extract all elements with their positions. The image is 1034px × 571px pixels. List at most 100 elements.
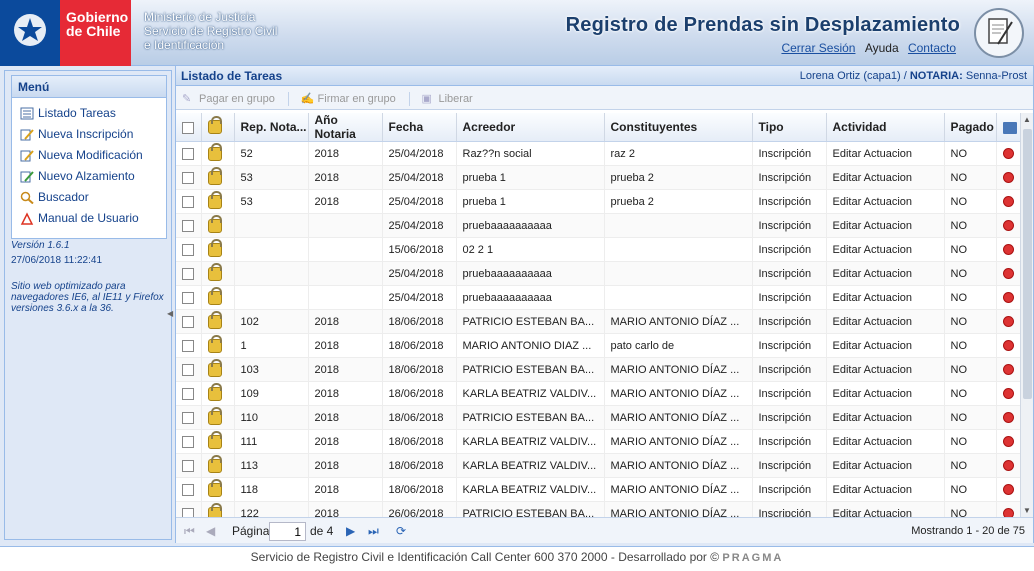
row-lock-cell[interactable] bbox=[201, 429, 235, 454]
select-all-checkbox[interactable] bbox=[176, 113, 202, 142]
next-page-button[interactable]: ▶ bbox=[346, 518, 355, 544]
table-row[interactable]: 109 2018 18/06/2018 KARLA BEATRIZ VALDIV...… bbox=[176, 381, 1029, 406]
table-row[interactable]: 25/04/2018 pruebaaaaaaaaaa Inscripción Edit… bbox=[176, 261, 1029, 286]
table-row[interactable]: 122 2018 26/06/2018 PATRICIO ESTEBAN BA... M… bbox=[176, 501, 1029, 517]
cell-tipo: Inscripción bbox=[752, 189, 827, 214]
table-row[interactable]: 53 2018 25/04/2018 prueba 1 prueba 2 Inscripc… bbox=[176, 165, 1029, 190]
row-lock-cell[interactable] bbox=[201, 357, 235, 382]
table-row[interactable]: 25/04/2018 pruebaaaaaaaaaa Inscripción Edit… bbox=[176, 285, 1029, 310]
row-lock-cell[interactable] bbox=[201, 141, 235, 166]
cell-rep-notaria: 52 bbox=[234, 141, 309, 166]
row-checkbox[interactable] bbox=[176, 453, 202, 478]
last-page-button[interactable]: ⏭ bbox=[368, 518, 379, 544]
collapse-sidebar-handle[interactable]: ◀ bbox=[167, 309, 173, 318]
table-row[interactable]: 52 2018 25/04/2018 Raz??n social raz 2 Inscri… bbox=[176, 141, 1029, 166]
table-row[interactable]: 1 2018 18/06/2018 MARIO ANTONIO DIAZ ... pat… bbox=[176, 333, 1029, 358]
table-row[interactable]: 111 2018 18/06/2018 KARLA BEATRIZ VALDIV...… bbox=[176, 429, 1029, 454]
help-link[interactable]: Ayuda bbox=[865, 41, 899, 55]
table-row[interactable]: 15/06/2018 02 2 1 Inscripción Editar Actuac… bbox=[176, 237, 1029, 262]
cell-constituyentes bbox=[604, 261, 753, 286]
vertical-scrollbar[interactable]: ▲ ▼ bbox=[1020, 113, 1033, 517]
cell-acreedor: pruebaaaaaaaaaa bbox=[456, 213, 605, 238]
refresh-icon[interactable]: ⟳ bbox=[396, 518, 406, 544]
row-checkbox[interactable] bbox=[176, 261, 202, 286]
table-row[interactable]: 118 2018 18/06/2018 KARLA BEATRIZ VALDIV...… bbox=[176, 477, 1029, 502]
menu-item-manual-usuario[interactable]: Manual de Usuario bbox=[12, 208, 166, 229]
row-lock-cell[interactable] bbox=[201, 405, 235, 430]
cell-anio-notaria: 2018 bbox=[308, 381, 383, 406]
table-row[interactable]: 53 2018 25/04/2018 prueba 1 prueba 2 Inscripc… bbox=[176, 189, 1029, 214]
row-checkbox[interactable] bbox=[176, 237, 202, 262]
cell-anio-notaria bbox=[308, 237, 383, 262]
row-checkbox[interactable] bbox=[176, 429, 202, 454]
menu-item-nueva-inscripcion[interactable]: Nueva Inscripción bbox=[12, 124, 166, 145]
row-lock-cell[interactable] bbox=[201, 261, 235, 286]
menu-item-nueva-modificacion[interactable]: Nueva Modificación bbox=[12, 145, 166, 166]
column-header-rep-notaria[interactable]: Rep. Nota... bbox=[234, 113, 309, 142]
alert-icon bbox=[1002, 292, 1014, 304]
table-row[interactable]: 25/04/2018 pruebaaaaaaaaaa Inscripción Edit… bbox=[176, 213, 1029, 238]
page-number-input[interactable] bbox=[269, 522, 306, 541]
contact-link[interactable]: Contacto bbox=[908, 41, 956, 55]
lock-icon bbox=[207, 358, 222, 377]
row-lock-cell[interactable] bbox=[201, 381, 235, 406]
cell-pagado: NO bbox=[944, 453, 997, 478]
row-checkbox[interactable] bbox=[176, 357, 202, 382]
row-lock-cell[interactable] bbox=[201, 309, 235, 334]
prev-page-button[interactable]: ◀ bbox=[206, 518, 215, 544]
logout-link[interactable]: Cerrar Sesión bbox=[781, 41, 855, 55]
row-checkbox[interactable] bbox=[176, 381, 202, 406]
row-checkbox[interactable] bbox=[176, 405, 202, 430]
first-page-button[interactable]: ⏮ bbox=[184, 518, 195, 544]
release-button[interactable]: ▣ Liberar bbox=[421, 87, 472, 111]
row-checkbox[interactable] bbox=[176, 189, 202, 214]
row-lock-cell[interactable] bbox=[201, 477, 235, 502]
column-header-anio-notaria[interactable]: Año Notaria bbox=[308, 113, 383, 142]
row-checkbox[interactable] bbox=[176, 333, 202, 358]
row-lock-cell[interactable] bbox=[201, 285, 235, 310]
row-checkbox[interactable] bbox=[176, 213, 202, 238]
row-lock-cell[interactable] bbox=[201, 453, 235, 478]
column-header-pagado[interactable]: Pagado bbox=[944, 113, 997, 142]
scroll-up-arrow[interactable]: ▲ bbox=[1023, 115, 1031, 124]
row-checkbox[interactable] bbox=[176, 501, 202, 517]
column-header-tipo[interactable]: Tipo bbox=[752, 113, 827, 142]
row-lock-cell[interactable] bbox=[201, 501, 235, 517]
row-lock-cell[interactable] bbox=[201, 333, 235, 358]
table-row[interactable]: 102 2018 18/06/2018 PATRICIO ESTEBAN BA... M… bbox=[176, 309, 1029, 334]
cell-acreedor: 02 2 1 bbox=[456, 237, 605, 262]
row-lock-cell[interactable] bbox=[201, 237, 235, 262]
cell-constituyentes: MARIO ANTONIO DÍAZ ... bbox=[604, 381, 753, 406]
menu-item-nuevo-alzamiento[interactable]: Nuevo Alzamiento bbox=[12, 166, 166, 187]
scroll-down-arrow[interactable]: ▼ bbox=[1023, 506, 1031, 515]
cell-constituyentes: raz 2 bbox=[604, 141, 753, 166]
column-header-constituyentes[interactable]: Constituyentes bbox=[604, 113, 753, 142]
ministry-line-3: e Identificación bbox=[144, 38, 225, 52]
menu-item-buscador[interactable]: Buscador bbox=[12, 187, 166, 208]
row-lock-cell[interactable] bbox=[201, 213, 235, 238]
money-icon: ✎ bbox=[182, 93, 192, 105]
menu-item-listado-tareas[interactable]: Listado Tareas bbox=[12, 103, 166, 124]
column-header-acreedor[interactable]: Acreedor bbox=[456, 113, 605, 142]
row-checkbox[interactable] bbox=[176, 141, 202, 166]
row-checkbox[interactable] bbox=[176, 165, 202, 190]
scrollbar-thumb[interactable] bbox=[1023, 129, 1032, 399]
cell-constituyentes: MARIO ANTONIO DÍAZ ... bbox=[604, 477, 753, 502]
row-checkbox[interactable] bbox=[176, 309, 202, 334]
lock-icon bbox=[207, 310, 222, 329]
row-checkbox[interactable] bbox=[176, 477, 202, 502]
row-checkbox[interactable] bbox=[176, 285, 202, 310]
cell-tipo: Inscripción bbox=[752, 213, 827, 238]
top-links: Cerrar Sesión Ayuda Contacto bbox=[781, 41, 956, 55]
table-row[interactable]: 110 2018 18/06/2018 PATRICIO ESTEBAN BA... M… bbox=[176, 405, 1029, 430]
row-lock-cell[interactable] bbox=[201, 189, 235, 214]
column-header-actividad[interactable]: Actividad bbox=[826, 113, 945, 142]
table-row[interactable]: 103 2018 18/06/2018 PATRICIO ESTEBAN BA... M… bbox=[176, 357, 1029, 382]
row-lock-cell[interactable] bbox=[201, 165, 235, 190]
sign-group-button[interactable]: ✍ Firmar en grupo bbox=[301, 87, 396, 111]
pay-group-button[interactable]: ✎ Pagar en grupo bbox=[182, 87, 275, 111]
column-header-fecha[interactable]: Fecha bbox=[382, 113, 457, 142]
ministry-line-2: Servicio de Registro Civil bbox=[144, 24, 278, 38]
cell-fecha: 25/04/2018 bbox=[382, 165, 457, 190]
table-row[interactable]: 113 2018 18/06/2018 KARLA BEATRIZ VALDIV...… bbox=[176, 453, 1029, 478]
